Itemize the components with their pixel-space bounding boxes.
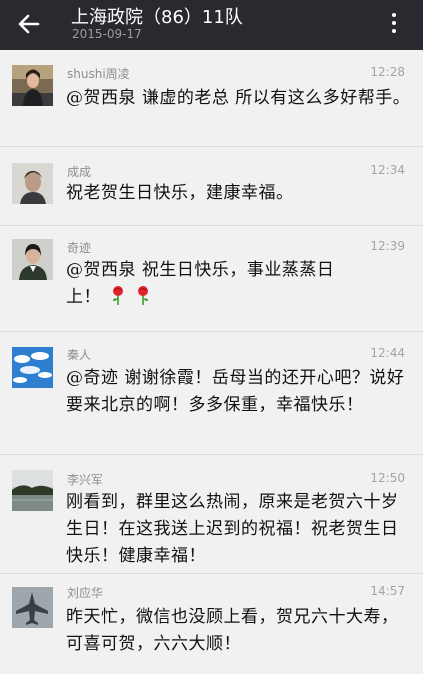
message-text: 祝老贺生日快乐，建康幸福。 bbox=[66, 183, 294, 203]
message-text-content: @贺西泉 祝生日快乐，事业蒸蒸日上！ bbox=[66, 260, 335, 307]
fighter-jet-avatar[interactable] bbox=[12, 587, 53, 628]
woman-uniform-avatar[interactable] bbox=[12, 239, 53, 280]
message-item: 秦人 12:44 @奇迹 谢谢徐霞！岳母当的还开心吧？说好要来北京的啊！多多保重… bbox=[0, 332, 423, 455]
message-time: 12:50 bbox=[370, 471, 405, 485]
rose-icon bbox=[110, 285, 126, 314]
rose-icon bbox=[135, 285, 151, 314]
message-item: 李兴军 12:50 刚看到，群里这么热闹，原来是老贺六十岁生日！在这我送上迟到的… bbox=[0, 455, 423, 574]
message-time: 12:28 bbox=[370, 65, 405, 79]
group-title: 上海政院（86）11队 bbox=[71, 7, 243, 28]
message-text: @贺西泉 祝生日快乐，事业蒸蒸日上！ bbox=[66, 257, 356, 314]
man-portrait-avatar[interactable] bbox=[12, 163, 53, 204]
message-item: 成成 12:34 祝老贺生日快乐，建康幸福。 bbox=[0, 147, 423, 226]
message-item: 刘应华 14:57 昨天忙，微信也没顾上看，贺兄六十大寿，可喜可贺，六六大顺！ bbox=[0, 574, 423, 674]
message-item: 奇迹 12:39 @贺西泉 祝生日快乐，事业蒸蒸日上！ bbox=[0, 226, 423, 332]
sender-name: 成成 bbox=[67, 165, 92, 179]
blue-sky-clouds-avatar[interactable] bbox=[12, 347, 53, 388]
message-item: shushi周凌 12:28 @贺西泉 谦虚的老总 所以有这么多好帮手。 bbox=[0, 50, 423, 147]
message-list: shushi周凌 12:28 @贺西泉 谦虚的老总 所以有这么多好帮手。 成成 … bbox=[0, 50, 423, 674]
sender-name: shushi周凌 bbox=[67, 67, 130, 81]
message-time: 12:34 bbox=[370, 163, 405, 177]
woman-portrait-avatar[interactable] bbox=[12, 65, 53, 106]
message-text: 刚看到，群里这么热闹，原来是老贺六十岁生日！在这我送上迟到的祝福！祝老贺生日快乐… bbox=[66, 492, 399, 566]
message-text: @贺西泉 谦虚的老总 所以有这么多好帮手。 bbox=[66, 88, 411, 108]
sender-name: 李兴军 bbox=[67, 473, 104, 487]
message-time: 14:57 bbox=[370, 584, 405, 598]
group-date: 2015-09-17 bbox=[72, 27, 142, 41]
message-time: 12:44 bbox=[370, 346, 405, 360]
landscape-lake-avatar[interactable] bbox=[12, 470, 53, 511]
sender-name: 秦人 bbox=[67, 348, 92, 362]
message-text: @奇迹 谢谢徐霞！岳母当的还开心吧？说好要来北京的啊！多多保重，幸福快乐！ bbox=[66, 368, 405, 415]
sender-name: 刘应华 bbox=[67, 586, 104, 600]
message-text: 昨天忙，微信也没顾上看，贺兄六十大寿，可喜可贺，六六大顺！ bbox=[66, 607, 399, 654]
more-vertical-icon[interactable] bbox=[391, 13, 397, 37]
title-bar: 上海政院（86）11队 2015-09-17 bbox=[0, 0, 423, 50]
sender-name: 奇迹 bbox=[67, 241, 92, 255]
message-time: 12:39 bbox=[370, 239, 405, 253]
arrow-left-icon[interactable] bbox=[16, 11, 42, 37]
